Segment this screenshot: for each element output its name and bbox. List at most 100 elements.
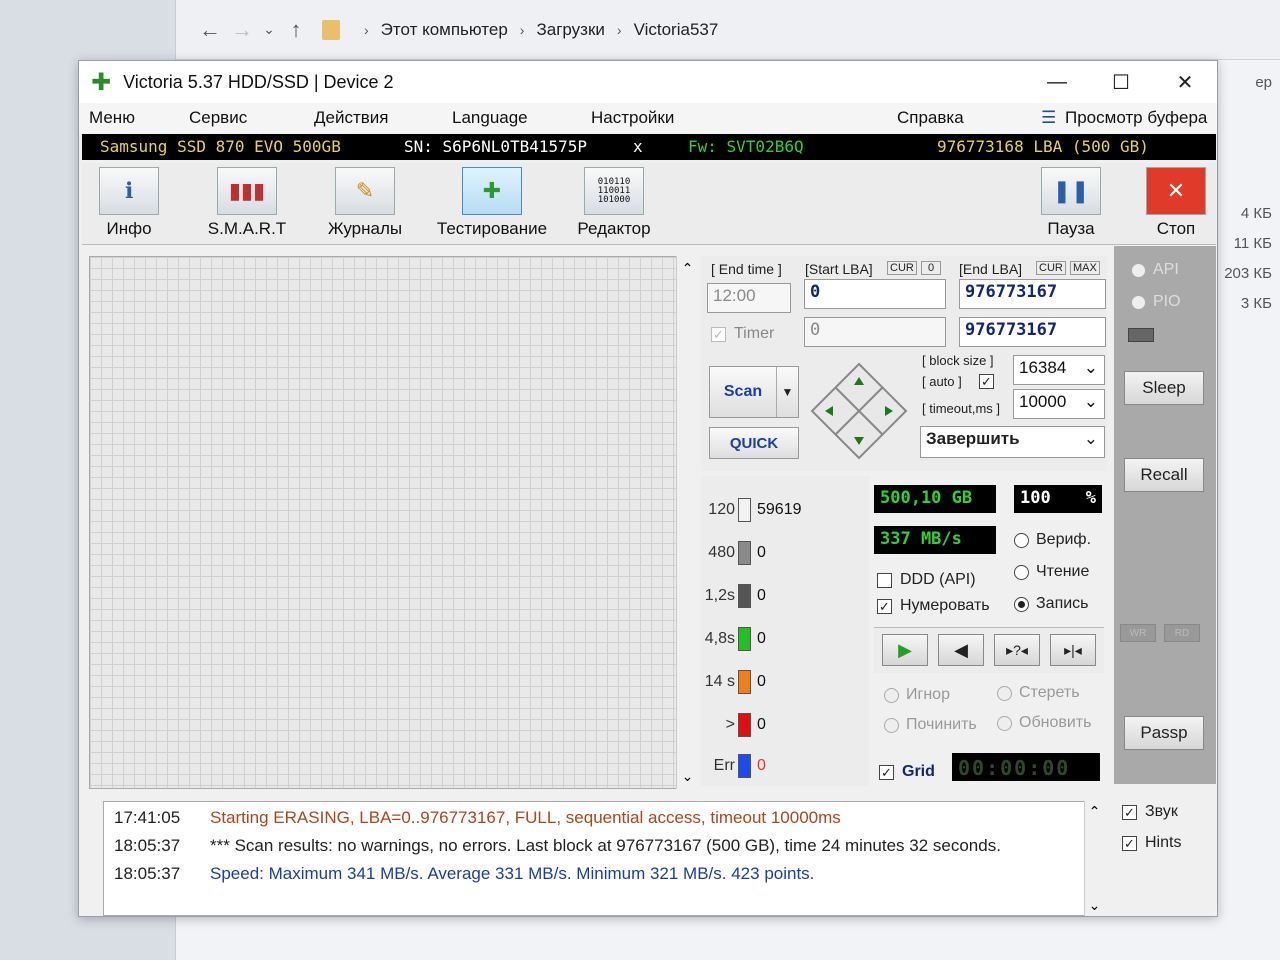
legend-label: > (725, 716, 735, 733)
menu-item-actions[interactable]: Действия (314, 108, 388, 128)
end-time-label: [ End time ] (711, 261, 782, 277)
forward-arrow-icon[interactable]: → (226, 17, 258, 43)
api-radio[interactable]: API (1131, 261, 1179, 279)
end-max-button[interactable]: MAX (1070, 261, 1100, 275)
start-cur-button[interactable]: CUR (887, 261, 917, 275)
device-close-button[interactable]: x (633, 137, 643, 156)
chevron-down-icon: ⌄ (1083, 429, 1098, 448)
legend-label: Err (713, 757, 735, 774)
read-radio[interactable]: Чтение (1014, 563, 1089, 581)
scanned-size-display: 500,10 GB (874, 485, 996, 513)
log-time: 17:41:05 (114, 808, 181, 827)
minimize-button[interactable]: — (1025, 61, 1089, 103)
erase-radio[interactable]: Стереть (997, 684, 1080, 702)
block-size-select[interactable]: 16384 ⌄ (1013, 355, 1105, 385)
start-cur-value: 0 (921, 261, 942, 275)
play-button[interactable]: ▶ (882, 634, 928, 666)
menu-item-settings[interactable]: Настройки (591, 108, 674, 128)
verify-radio[interactable]: Вериф. (1014, 531, 1091, 549)
log-panel[interactable]: 17:41:05 Starting ERASING, LBA=0..9767731… (103, 801, 1103, 916)
info-button[interactable]: ℹ Инфо (97, 167, 161, 239)
scan-dropdown-icon[interactable]: ▼ (776, 367, 798, 417)
menu-item-language[interactable]: Language (452, 108, 528, 128)
write-radio[interactable]: Запись (1014, 595, 1089, 613)
percent-display: 100% (1014, 485, 1102, 513)
smart-button[interactable]: ▮▮▮ S.M.A.R.T (202, 167, 292, 239)
file-size: 3 КБ (1240, 295, 1272, 312)
start-lba-input[interactable]: 0 (804, 279, 946, 309)
wr-indicator: WR (1120, 624, 1156, 642)
scroll-up-icon[interactable]: ⌃ (1085, 803, 1104, 820)
scroll-up-icon[interactable]: ⌃ (677, 260, 698, 277)
device-info-bar: Samsung SSD 870 EVO 500GB SN: S6P6NL0TB4… (82, 134, 1216, 160)
pio-radio[interactable]: PIO (1131, 293, 1181, 311)
auto-checkbox[interactable]: ✓ (979, 374, 1002, 389)
quick-button[interactable]: QUICK (709, 427, 799, 459)
title-bar[interactable]: ✚ Victoria 5.37 HDD/SSD | Device 2 — ☐ ✕ (79, 61, 1217, 103)
end-time-input[interactable]: 12:00 (707, 283, 791, 313)
pause-button[interactable]: ❚❚ Пауза (1039, 167, 1103, 239)
play-reverse-button[interactable]: ◀ (938, 634, 984, 666)
maximize-button[interactable]: ☐ (1089, 61, 1153, 103)
up-arrow-icon[interactable]: ↑ (280, 17, 312, 43)
device-model: Samsung SSD 870 EVO 500GB (100, 137, 341, 156)
random-seek-button[interactable]: ▸?◂ (994, 634, 1040, 666)
butterfly-button[interactable]: ▸|◂ (1050, 634, 1096, 666)
start-lba-label: [Start LBA] (805, 261, 873, 277)
editor-button[interactable]: 010110 110011 101000 Редактор (574, 167, 654, 239)
recall-button[interactable]: Recall (1124, 458, 1204, 492)
timer-value-input[interactable]: 0 (804, 317, 946, 347)
direction-pad[interactable] (809, 361, 909, 461)
menu-item-help[interactable]: Справка (897, 108, 964, 128)
end-lba-secondary-input[interactable]: 976773167 (959, 317, 1106, 347)
scan-button[interactable]: Scan ▼ (709, 366, 799, 418)
sleep-button[interactable]: Sleep (1124, 371, 1204, 405)
legend-row: 120 59619 (701, 498, 802, 522)
elapsed-time-display: 00:00:00 (952, 753, 1100, 781)
ignore-radio[interactable]: Игнор (884, 686, 950, 704)
log-scrollbar[interactable]: ⌃ ⌄ (1084, 801, 1104, 916)
finish-action-select[interactable]: Завершить ⌄ (920, 426, 1105, 458)
breadcrumb-item-victoria[interactable]: Victoria537 (634, 20, 719, 40)
logs-button[interactable]: ✎ Журналы (325, 167, 405, 239)
passp-button[interactable]: Passp (1124, 716, 1204, 750)
log-message: Speed: Maximum 341 MB/s. Average 331 MB/… (210, 864, 815, 883)
sound-checkbox[interactable]: ✓ Звук (1122, 803, 1178, 821)
menu-bar: Меню Сервис Действия Language Настройки … (79, 103, 1217, 133)
scroll-down-icon[interactable]: ⌄ (677, 768, 698, 785)
legend-row: 480 0 (701, 541, 766, 565)
breadcrumb-separator-icon: › (364, 21, 369, 38)
victoria-window: ✚ Victoria 5.37 HDD/SSD | Device 2 — ☐ ✕… (78, 60, 1218, 917)
back-arrow-icon[interactable]: ← (194, 17, 226, 43)
timer-checkbox[interactable]: ✓ Timer (711, 325, 774, 343)
legend-row: Err 0 (701, 754, 766, 778)
legend-label: 1,2s (704, 587, 735, 604)
menu-item-buffer-view[interactable]: Просмотр буфера (1065, 108, 1207, 128)
legend-row: 1,2s 0 (701, 584, 766, 608)
timeout-select[interactable]: 10000 ⌄ (1013, 389, 1105, 419)
end-lba-input[interactable]: 976773167 (959, 279, 1106, 309)
ddd-api-checkbox[interactable]: DDD (API) (877, 571, 976, 589)
repair-radio[interactable]: Починить (884, 716, 977, 734)
legend-swatch (738, 670, 751, 694)
refresh-radio[interactable]: Обновить (997, 714, 1091, 732)
menu-item-menu[interactable]: Меню (89, 108, 135, 128)
app-logo-icon: ✚ (91, 68, 112, 96)
testing-button[interactable]: ✚ Тестирование (432, 167, 552, 239)
numerate-checkbox[interactable]: ✓ Нумеровать (877, 597, 990, 615)
breadcrumb-item-downloads[interactable]: Загрузки (536, 20, 604, 40)
stop-button[interactable]: ✕ Стоп (1144, 167, 1208, 239)
menu-item-service[interactable]: Сервис (189, 108, 247, 128)
chevron-down-icon[interactable]: ⌄ (258, 21, 280, 38)
grid-checkbox[interactable]: ✓ Grid (879, 763, 935, 781)
grid-scrollbar[interactable]: ⌃ ⌄ (676, 256, 698, 789)
breadcrumb-item-computer[interactable]: Этот компьютер (381, 20, 508, 40)
close-button[interactable]: ✕ (1153, 61, 1217, 103)
main-toolbar: ℹ Инфо ▮▮▮ S.M.A.R.T ✎ Журналы ✚ Тестиро… (82, 163, 1216, 245)
scroll-down-icon[interactable]: ⌄ (1085, 897, 1104, 914)
window-title: Victoria 5.37 HDD/SSD | Device 2 (123, 71, 394, 92)
legend-swatch (738, 541, 751, 565)
end-cur-button[interactable]: CUR (1036, 261, 1066, 275)
rd-indicator: RD (1164, 624, 1200, 642)
hints-checkbox[interactable]: ✓ Hints (1122, 834, 1181, 852)
